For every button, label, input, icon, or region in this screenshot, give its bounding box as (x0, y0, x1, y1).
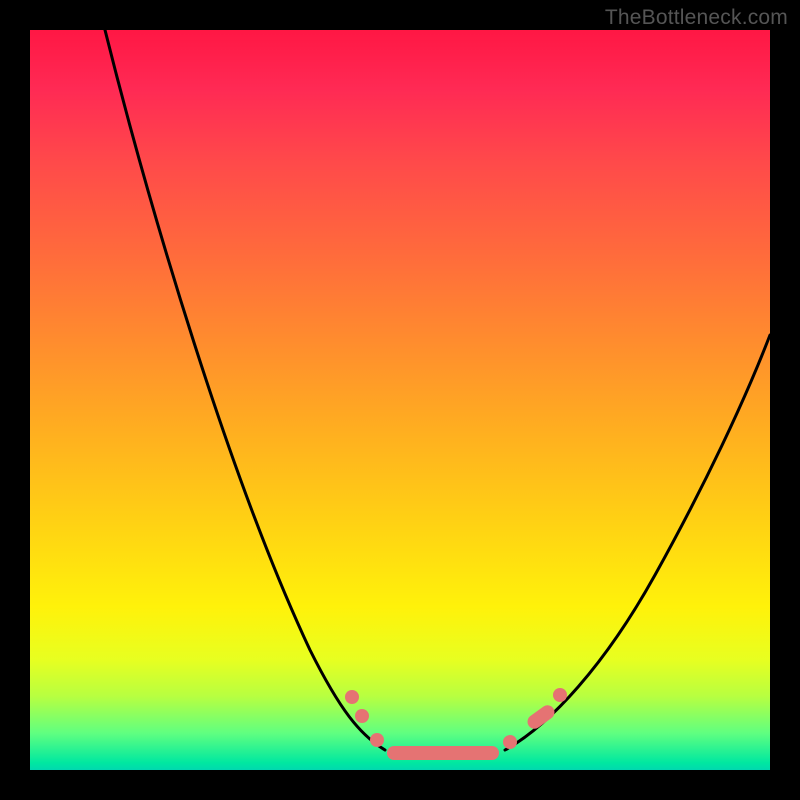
marker-dot (503, 735, 517, 749)
marker-dot (345, 690, 359, 704)
marker-dot (370, 733, 384, 747)
plot-area (30, 30, 770, 770)
marker-pill (525, 703, 557, 732)
marker-dot (355, 709, 369, 723)
curve-right (505, 335, 770, 750)
curve-left (105, 30, 385, 750)
watermark-text: TheBottleneck.com (605, 6, 788, 30)
trough-marker (387, 746, 499, 760)
curve-layer (30, 30, 770, 770)
marker-dot (553, 688, 567, 702)
chart-frame: TheBottleneck.com (0, 0, 800, 800)
